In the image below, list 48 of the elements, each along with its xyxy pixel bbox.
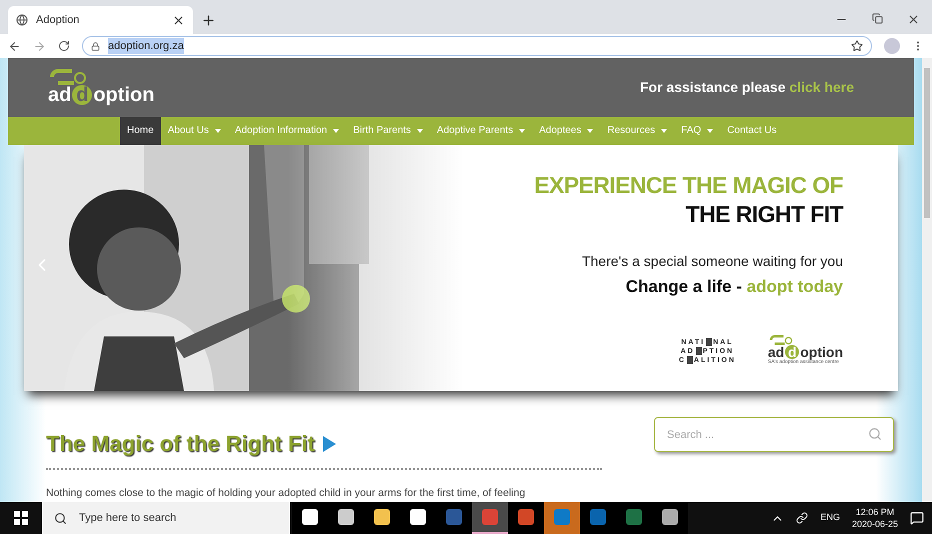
search-field[interactable]: Search ... bbox=[654, 417, 894, 452]
address-field[interactable]: adoption.org.za bbox=[82, 36, 872, 56]
close-tab-icon[interactable] bbox=[172, 14, 185, 26]
windows-logo-icon bbox=[14, 511, 28, 525]
globe-icon bbox=[16, 14, 28, 26]
taskbar-search-placeholder: Type here to search bbox=[79, 510, 176, 526]
click-here-link[interactable]: click here bbox=[789, 78, 854, 95]
new-tab-icon[interactable] bbox=[201, 13, 216, 28]
language-indicator[interactable]: ENG bbox=[820, 511, 840, 525]
nav-item[interactable]: Birth Parents bbox=[346, 116, 430, 146]
taskbar-app-icon[interactable] bbox=[652, 502, 688, 534]
url-text: adoption.org.za bbox=[108, 38, 184, 54]
assistance-text: For assistance please click here bbox=[640, 78, 854, 97]
browser-tab[interactable]: Adoption bbox=[8, 6, 193, 34]
intro-paragraph: Nothing comes close to the magic of holding your adopted child in your arms for the first time, of feeling bbox=[46, 486, 526, 502]
banner-headline: EXPERIENCE THE MAGIC OF bbox=[534, 171, 843, 200]
section-heading: The Magic of the Right Fit bbox=[46, 430, 315, 458]
nav-item[interactable]: Contact Us bbox=[720, 116, 784, 146]
nav-item[interactable]: About Us bbox=[160, 116, 228, 146]
nav-item[interactable]: Adoption Information bbox=[228, 116, 346, 146]
close-window-icon[interactable] bbox=[907, 13, 920, 26]
reload-icon[interactable] bbox=[58, 40, 70, 52]
search-icon bbox=[54, 512, 67, 524]
logo-text: ad d option bbox=[48, 85, 154, 106]
safety-pin-icon bbox=[48, 69, 88, 86]
restore-icon[interactable] bbox=[872, 13, 883, 24]
banner-subline: There's a special someone waiting for you bbox=[582, 252, 843, 271]
nav-item[interactable]: Resources bbox=[600, 116, 674, 146]
scrollbar[interactable] bbox=[922, 58, 932, 502]
back-icon[interactable] bbox=[8, 40, 21, 52]
notifications-icon[interactable] bbox=[910, 511, 924, 525]
nav-item[interactable]: FAQ bbox=[674, 116, 720, 146]
clock[interactable]: 12:06 PM 2020-06-25 bbox=[852, 506, 898, 530]
banner-call-to-action: Change a life - adopt today bbox=[626, 276, 843, 298]
banner-headline: THE RIGHT FIT bbox=[686, 200, 843, 229]
taskbar-app-icon[interactable] bbox=[292, 502, 328, 534]
nav-item[interactable]: Adoptees bbox=[532, 116, 600, 146]
tab-title: Adoption bbox=[36, 12, 80, 28]
nav-item[interactable]: Home bbox=[120, 116, 161, 146]
logo-text: ad d option bbox=[768, 345, 843, 360]
taskbar-search-field[interactable]: Type here to search bbox=[42, 502, 290, 534]
nav-item[interactable]: Adoptive Parents bbox=[430, 116, 532, 146]
bookmark-star-icon[interactable] bbox=[851, 40, 863, 52]
safety-pin-icon bbox=[768, 335, 794, 346]
network-icon[interactable] bbox=[796, 512, 808, 524]
lock-icon bbox=[91, 42, 100, 50]
logo[interactable]: ad d option bbox=[48, 69, 154, 106]
play-arrow-icon bbox=[322, 436, 336, 452]
